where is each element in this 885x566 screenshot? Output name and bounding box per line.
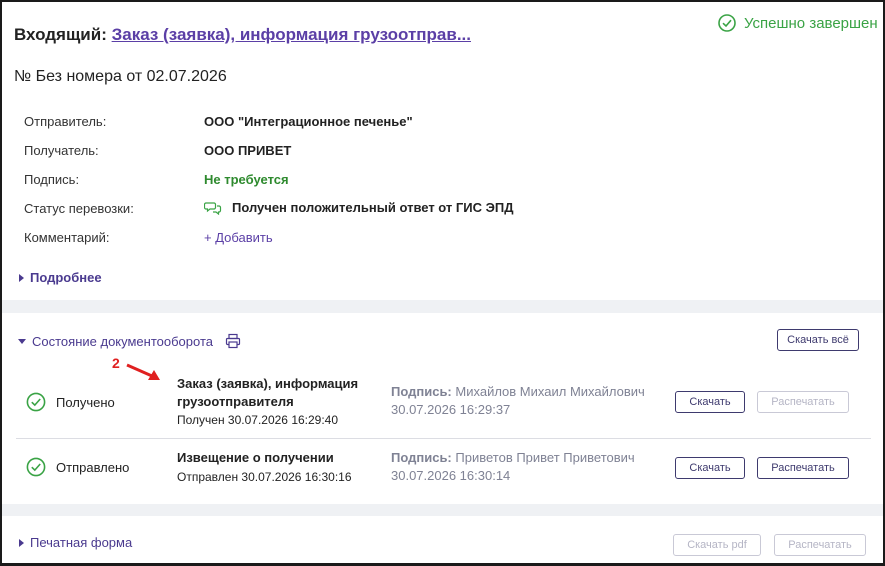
- download-all-button[interactable]: Скачать всё: [777, 329, 859, 351]
- transport-status-text: Получен положительный ответ от ГИС ЭПД: [232, 200, 514, 215]
- row-divider: [16, 438, 871, 439]
- annotation-number: 2: [112, 355, 120, 371]
- document-card: Входящий: Заказ (заявка), информация гру…: [0, 0, 885, 566]
- workflow-toggle[interactable]: Состояние документооборота: [18, 333, 241, 349]
- row1-signature-label: Подпись:: [391, 384, 452, 399]
- row1-document-date: Получен 30.07.2026 16:29:40: [177, 413, 339, 427]
- caret-right-icon: [19, 538, 24, 547]
- row2-print-button[interactable]: Распечатать: [757, 457, 849, 479]
- sender-label: Отправитель:: [24, 114, 107, 129]
- print-form-toggle[interactable]: Печатная форма: [19, 535, 132, 550]
- sender-value: ООО "Интеграционное печенье": [204, 114, 413, 129]
- row2-document-date: Отправлен 30.07.2026 16:30:16: [177, 470, 352, 484]
- more-details-label: Подробнее: [30, 270, 102, 285]
- row2-state-label: Отправлено: [56, 459, 130, 475]
- add-comment-link[interactable]: + Добавить: [204, 230, 273, 245]
- page-title: Входящий: Заказ (заявка), информация гру…: [14, 25, 471, 45]
- row2-state: Отправлено: [26, 457, 129, 477]
- row1-print-button[interactable]: Распечатать: [757, 391, 849, 413]
- row2-document-name: Извещение о получении: [177, 450, 334, 465]
- row1-state: Получено: [26, 392, 115, 412]
- print-form-panel: Печатная форма Скачать pdf Распечатать: [2, 516, 883, 563]
- row2-signature: Подпись: Приветов Привет Приветович 30.0…: [391, 449, 656, 485]
- workflow-panel: Состояние документооборота Скачать всё П…: [2, 313, 883, 504]
- transport-status-label: Статус перевозки:: [24, 201, 134, 216]
- check-circle-icon: [26, 457, 46, 477]
- check-circle-icon: [718, 14, 736, 32]
- row1-state-label: Получено: [56, 394, 115, 410]
- recipient-value: ООО ПРИВЕТ: [204, 143, 292, 158]
- status-badge: Успешно завершен: [718, 14, 878, 32]
- row1-download-button[interactable]: Скачать: [675, 391, 745, 413]
- annotation-arrow-icon: [126, 363, 160, 380]
- more-details-toggle[interactable]: Подробнее: [19, 270, 102, 285]
- recipient-label: Получатель:: [24, 143, 99, 158]
- title-prefix: Входящий:: [14, 25, 107, 44]
- row1-document-name: Заказ (заявка), информация грузоотправит…: [177, 376, 359, 409]
- comment-label: Комментарий:: [24, 230, 110, 245]
- row1-signature: Подпись: Михайлов Михаил Михайлович 30.0…: [391, 383, 656, 419]
- workflow-title: Состояние документооборота: [32, 333, 213, 349]
- signature-value: Не требуется: [204, 172, 289, 187]
- check-circle-icon: [26, 392, 46, 412]
- status-text: Успешно завершен: [744, 14, 878, 32]
- signature-label: Подпись:: [24, 172, 80, 187]
- caret-right-icon: [19, 273, 24, 282]
- print-form-print-button[interactable]: Распечатать: [774, 534, 866, 556]
- document-link[interactable]: Заказ (заявка), информация грузоотправ..…: [112, 25, 471, 44]
- printer-icon[interactable]: [225, 333, 241, 349]
- document-info-panel: Входящий: Заказ (заявка), информация гру…: [2, 2, 883, 300]
- document-number: № Без номера от 02.07.2026: [14, 68, 227, 85]
- download-pdf-button[interactable]: Скачать pdf: [673, 534, 761, 556]
- row2-signature-label: Подпись:: [391, 450, 452, 465]
- row2-download-button[interactable]: Скачать: [675, 457, 745, 479]
- print-form-title: Печатная форма: [30, 535, 133, 550]
- caret-down-icon: [18, 338, 26, 344]
- transport-status-value: Получен положительный ответ от ГИС ЭПД: [204, 200, 513, 215]
- chat-bubbles-icon: [204, 201, 222, 215]
